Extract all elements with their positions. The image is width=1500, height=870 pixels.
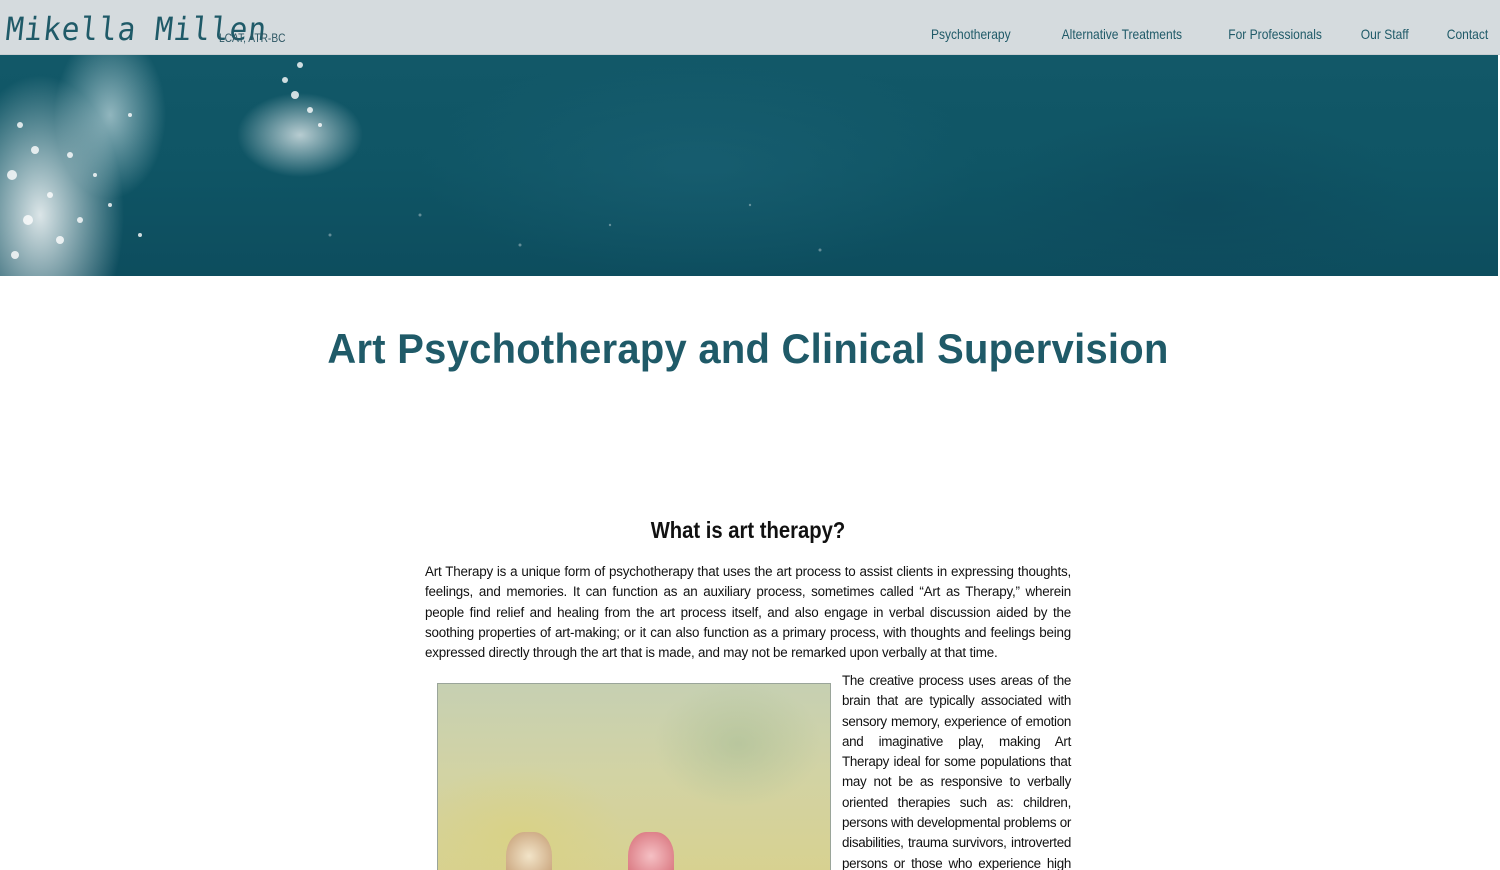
artwork-image xyxy=(437,683,831,870)
nav-item-our-staff[interactable]: Our Staff xyxy=(1361,26,1409,42)
section-heading: What is art therapy? xyxy=(650,517,846,543)
brand-credentials: LCAT, ATR-BC xyxy=(219,31,286,45)
nav-item-for-professionals[interactable]: For Professionals xyxy=(1228,26,1322,42)
hero-ocean-image xyxy=(0,55,1498,276)
creative-process-paragraph: The creative process uses areas of the b… xyxy=(842,673,1072,870)
ocean-texture xyxy=(7,62,822,259)
site-header: Mikella Millen LCAT, ATR-BC Psychotherap… xyxy=(0,0,1500,55)
artwork-figure-left xyxy=(506,832,552,870)
nav-item-alternative-treatments[interactable]: Alternative Treatments xyxy=(1062,26,1182,42)
art-therapy-intro-paragraph: Art Therapy is a unique form of psychoth… xyxy=(425,564,1071,661)
nav-item-contact[interactable]: Contact xyxy=(1447,26,1488,42)
nav-item-psychotherapy[interactable]: Psychotherapy xyxy=(931,26,1011,42)
main-nav: Psychotherapy Alternative Treatments For… xyxy=(887,26,1488,42)
page-title: Art Psychotherapy and Clinical Supervisi… xyxy=(327,325,1169,372)
artwork-figure-right xyxy=(628,832,674,870)
